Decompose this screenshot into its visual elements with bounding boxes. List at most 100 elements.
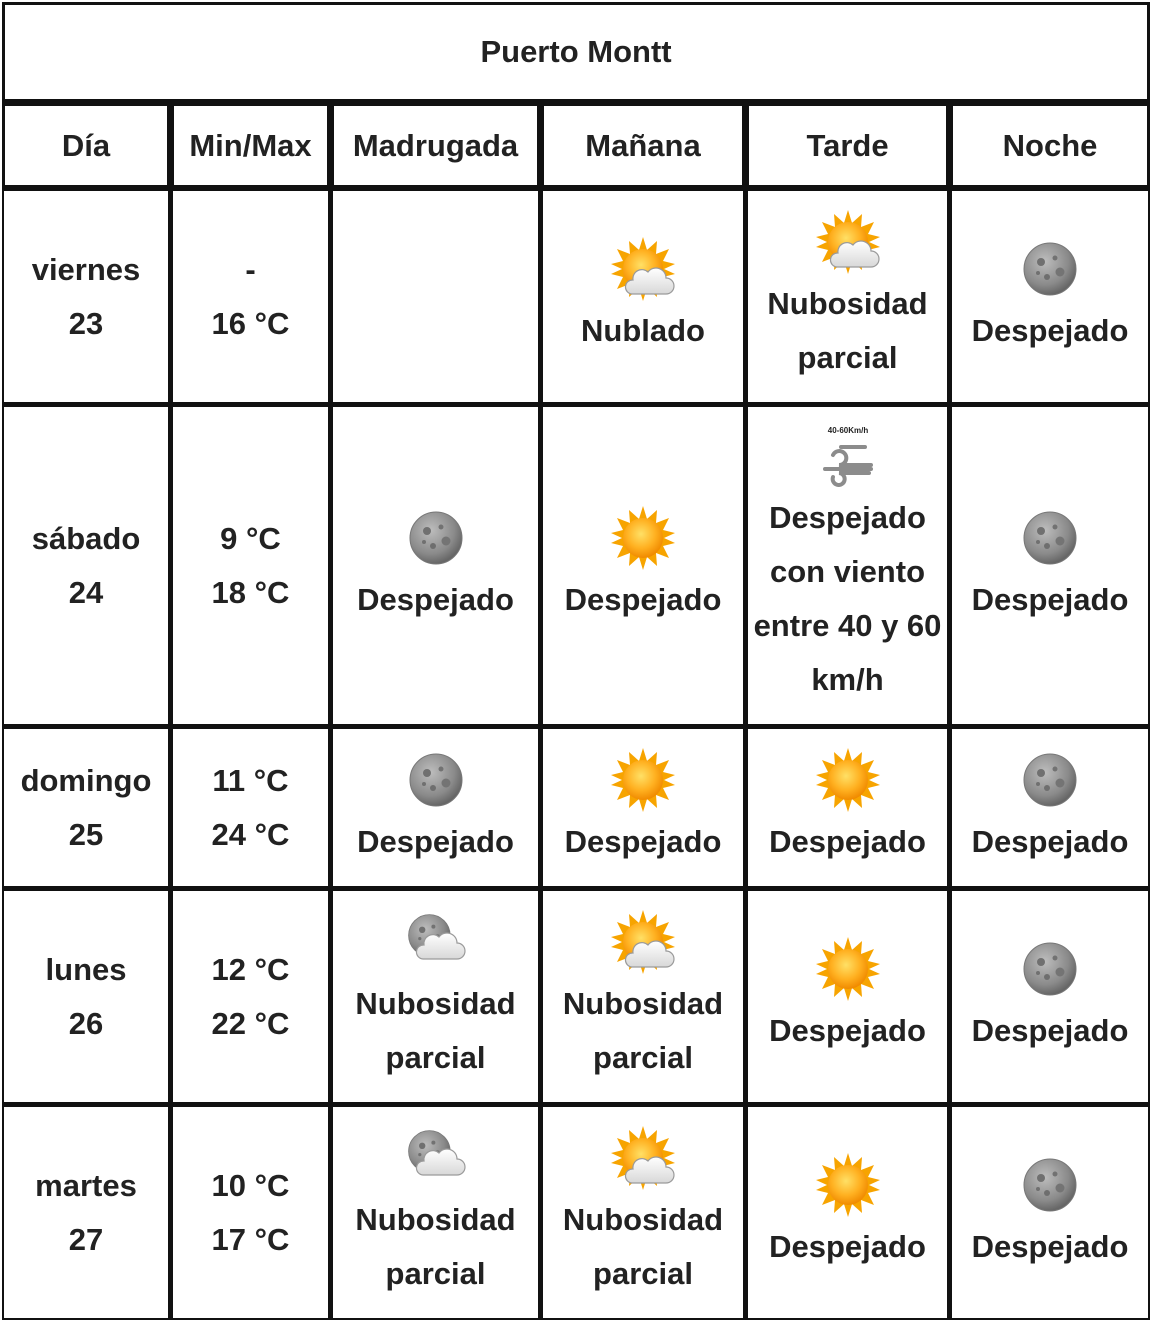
condition-text: Despejado — [971, 823, 1129, 859]
condition-text: Despejado — [971, 581, 1129, 617]
condition-text: Nubosidad parcial — [355, 1201, 516, 1291]
condition-text: Despejado — [769, 823, 926, 859]
condition-text: Despejado — [971, 312, 1129, 348]
table-row: viernes 23 - 16 °C Nublado Nubosidad parcia… — [2, 188, 1151, 404]
svg-text:40-60Km/h: 40-60Km/h — [827, 426, 868, 435]
condition-text: Nubosidad parcial — [562, 985, 724, 1075]
page-title: Puerto Montt — [2, 2, 1151, 102]
sun-cloud-icon — [610, 909, 676, 977]
period-cell-tarde: 40-60Km/h Despejado con viento entre 40 … — [745, 404, 949, 726]
sun-icon — [815, 747, 881, 815]
period-cell-madrugada: Despejado — [330, 726, 540, 888]
period-cell-tarde: Despejado — [745, 888, 949, 1104]
day-name: sábado — [31, 520, 141, 556]
minmax-cell: 10 °C 17 °C — [170, 1104, 330, 1320]
sun-cloud-icon — [815, 209, 881, 277]
max-temp: 24 °C — [211, 816, 290, 852]
condition-text: Despejado — [564, 581, 722, 617]
period-cell-tarde: Despejado — [745, 1104, 949, 1320]
header-tarde: Tarde — [745, 102, 949, 188]
period-cell-noche: Despejado — [949, 404, 1151, 726]
header-minmax: Min/Max — [170, 102, 330, 188]
condition-text: Nubosidad parcial — [355, 985, 516, 1075]
minmax-cell: 11 °C 24 °C — [170, 726, 330, 888]
condition-text: Despejado con viento entre 40 y 60 km/h — [753, 499, 942, 697]
max-temp: 22 °C — [211, 1005, 290, 1041]
forecast-rows: viernes 23 - 16 °C Nublado Nubosidad parcia… — [2, 188, 1151, 1320]
moon-icon — [1017, 1152, 1083, 1220]
period-cell-noche: Despejado — [949, 726, 1151, 888]
minmax-cell: 9 °C 18 °C — [170, 404, 330, 726]
condition-text: Despejado — [564, 823, 722, 859]
header-row: Día Min/Max Madrugada Mañana Tarde Noche — [2, 102, 1151, 188]
period-cell-noche: Despejado — [949, 1104, 1151, 1320]
condition-text: Despejado — [769, 1012, 926, 1048]
day-number: 27 — [68, 1221, 104, 1257]
condition-text: Despejado — [357, 823, 514, 859]
period-cell-tarde: Nubosidad parcial — [745, 188, 949, 404]
period-cell-manana: Nubosidad parcial — [540, 888, 745, 1104]
period-cell-manana: Nubosidad parcial — [540, 1104, 745, 1320]
period-cell-madrugada: Despejado — [330, 404, 540, 726]
condition-text: Despejado — [971, 1228, 1129, 1264]
max-temp: 18 °C — [211, 574, 290, 610]
moon-icon — [1017, 505, 1083, 573]
period-cell-manana: Despejado — [540, 726, 745, 888]
minmax-cell: 12 °C 22 °C — [170, 888, 330, 1104]
period-cell-tarde: Despejado — [745, 726, 949, 888]
period-cell-manana: Nublado — [540, 188, 745, 404]
table-row: domingo 25 11 °C 24 °C Despejado Despejado … — [2, 726, 1151, 888]
day-name: domingo — [20, 762, 152, 798]
day-number: 24 — [68, 574, 104, 610]
period-cell-noche: Despejado — [949, 888, 1151, 1104]
forecast-table: Puerto Montt Día Min/Max Madrugada Mañan… — [2, 2, 1151, 1320]
moon-icon — [403, 747, 469, 815]
day-number: 26 — [68, 1005, 104, 1041]
condition-text: Nubosidad parcial — [767, 285, 928, 375]
period-cell-manana: Despejado — [540, 404, 745, 726]
table-row: martes 27 10 °C 17 °C Nubosidad parcial Nub… — [2, 1104, 1151, 1320]
moon-cloud-icon — [403, 909, 469, 977]
day-cell: martes 27 — [2, 1104, 170, 1320]
condition-text: Despejado — [357, 581, 514, 617]
sun-icon — [815, 1152, 881, 1220]
moon-icon — [1017, 936, 1083, 1004]
min-temp: 11 °C — [212, 762, 289, 798]
condition-text: Despejado — [971, 1012, 1129, 1048]
wind-icon: 40-60Km/h — [815, 425, 881, 491]
day-name: martes — [35, 1167, 137, 1203]
period-cell-madrugada: Nubosidad parcial — [330, 1104, 540, 1320]
day-number: 25 — [68, 816, 104, 852]
header-day: Día — [2, 102, 170, 188]
min-temp: 9 °C — [220, 520, 281, 556]
table-row: lunes 26 12 °C 22 °C Nubosidad parcial Nubo… — [2, 888, 1151, 1104]
sun-cloud-icon — [610, 236, 676, 304]
day-name: viernes — [31, 251, 141, 287]
moon-icon — [403, 505, 469, 573]
period-cell-madrugada — [330, 188, 540, 404]
sun-icon — [610, 505, 676, 573]
condition-text: Nubosidad parcial — [562, 1201, 724, 1291]
day-cell: viernes 23 — [2, 188, 170, 404]
max-temp: 17 °C — [211, 1221, 290, 1257]
day-name: lunes — [45, 951, 127, 987]
period-cell-madrugada: Nubosidad parcial — [330, 888, 540, 1104]
moon-cloud-icon — [403, 1125, 469, 1193]
sun-icon — [610, 747, 676, 815]
forecast-widget: Puerto Montt Día Min/Max Madrugada Mañan… — [2, 2, 1151, 1320]
max-temp: 16 °C — [211, 305, 290, 341]
header-noche: Noche — [949, 102, 1151, 188]
day-cell: sábado 24 — [2, 404, 170, 726]
min-temp: - — [245, 251, 256, 287]
condition-text: Despejado — [769, 1228, 926, 1264]
sun-cloud-icon — [610, 1125, 676, 1193]
moon-icon — [1017, 747, 1083, 815]
sun-icon — [815, 936, 881, 1004]
condition-text: Nublado — [581, 312, 705, 348]
day-number: 23 — [68, 305, 104, 341]
min-temp: 10 °C — [211, 1167, 290, 1203]
day-cell: lunes 26 — [2, 888, 170, 1104]
table-row: sábado 24 9 °C 18 °C Despejado Despejado 40… — [2, 404, 1151, 726]
moon-icon — [1017, 236, 1083, 304]
period-cell-noche: Despejado — [949, 188, 1151, 404]
